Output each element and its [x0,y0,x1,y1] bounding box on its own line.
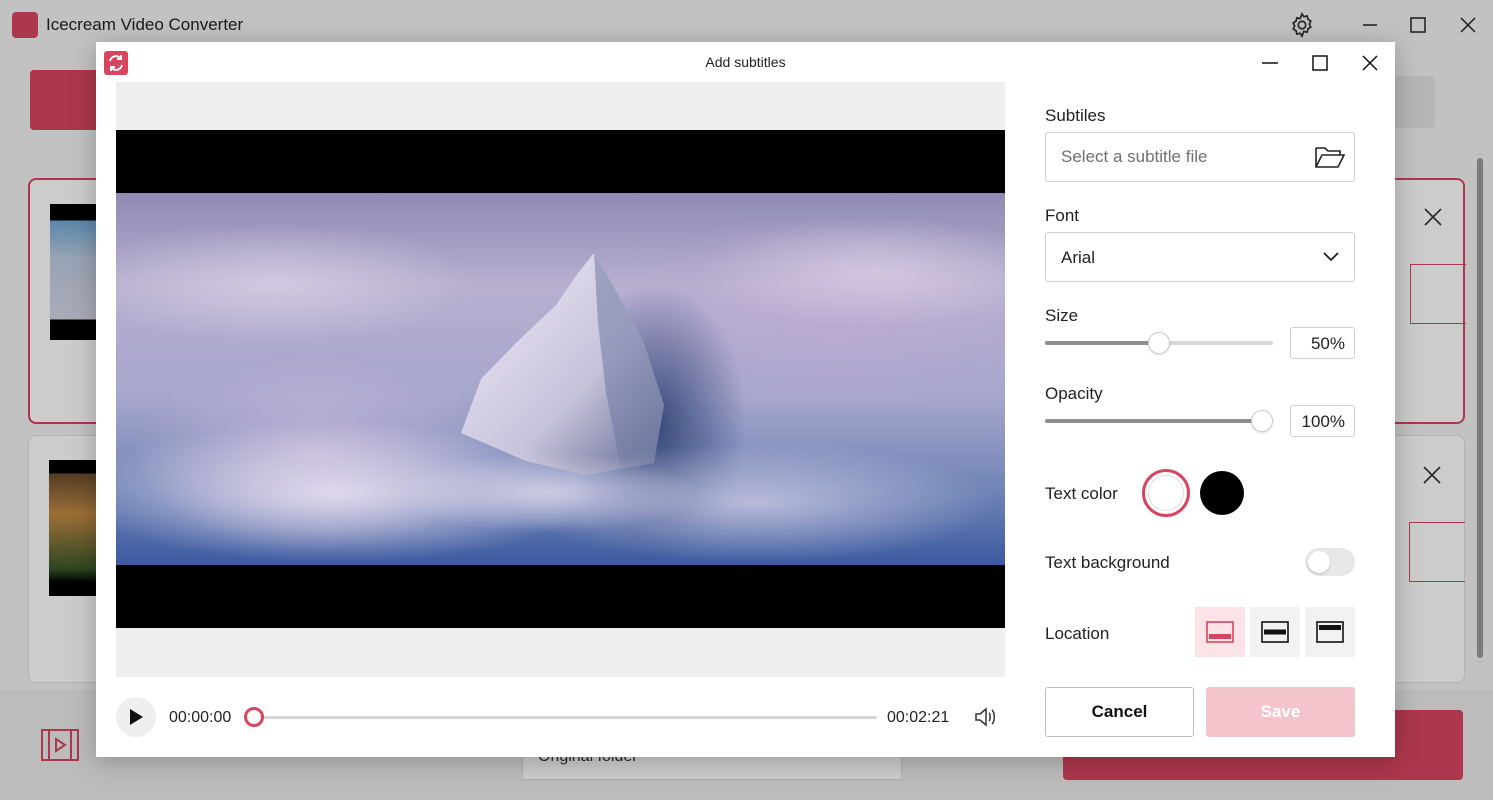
chevron-down-icon [1323,252,1339,262]
slider-thumb[interactable] [1251,410,1273,432]
location-top-icon [1316,621,1344,643]
play-icon [130,709,143,725]
maximize-button[interactable] [1303,50,1337,76]
minimize-button[interactable] [1253,50,1287,76]
slider-thumb[interactable] [1148,332,1170,354]
video-frame[interactable] [116,130,1005,628]
current-time: 00:00:00 [169,709,232,726]
color-swatch-black[interactable] [1200,471,1244,515]
location-bottom-icon [1206,621,1234,643]
text-background-label: Text background [1045,553,1170,572]
location-label: Location [1045,624,1110,643]
size-value[interactable]: 50% [1290,327,1355,359]
font-dropdown[interactable]: Arial [1045,232,1355,282]
subtitle-file-field [1045,132,1355,182]
color-swatch-white[interactable] [1142,469,1190,517]
close-button[interactable] [1353,50,1387,76]
text-background-toggle[interactable] [1305,548,1355,576]
seek-thumb[interactable] [244,707,264,727]
opacity-slider[interactable] [1045,409,1273,433]
total-time: 00:02:21 [887,709,950,726]
location-middle-button[interactable] [1250,607,1300,657]
subtitles-label: Subtiles [1045,106,1106,125]
video-image [116,193,1005,565]
opacity-value[interactable]: 100% [1290,405,1355,437]
save-button[interactable]: Save [1206,687,1355,737]
cancel-button[interactable]: Cancel [1045,687,1194,737]
mountain-peak-image [116,218,1005,563]
location-top-button[interactable] [1305,607,1355,657]
opacity-label: Opacity [1045,384,1103,403]
location-middle-icon [1261,621,1289,643]
folder-open-icon[interactable] [1314,143,1346,171]
close-icon [1362,55,1378,71]
play-button[interactable] [116,697,156,737]
slider-fill [1045,419,1262,423]
toggle-knob [1308,551,1330,573]
video-preview-area [116,82,1005,677]
dialog-title: Add subtitles [705,54,786,70]
text-color-label: Text color [1045,484,1118,503]
minimize-icon [1262,62,1278,64]
location-bottom-button[interactable] [1195,607,1245,657]
seek-bar[interactable] [255,716,877,719]
size-label: Size [1045,306,1079,325]
maximize-icon [1312,55,1328,71]
size-slider[interactable] [1045,331,1273,355]
subtitle-file-input[interactable] [1046,133,1306,181]
font-value: Arial [1061,248,1096,267]
volume-icon[interactable] [973,706,997,728]
font-label: Font [1045,206,1080,225]
slider-fill [1045,341,1159,345]
player-controls: 00:00:00 00:02:21 [116,697,1005,737]
add-subtitles-dialog: Add subtitles 00:00:00 00:02:21 Subtiles… [96,42,1395,757]
